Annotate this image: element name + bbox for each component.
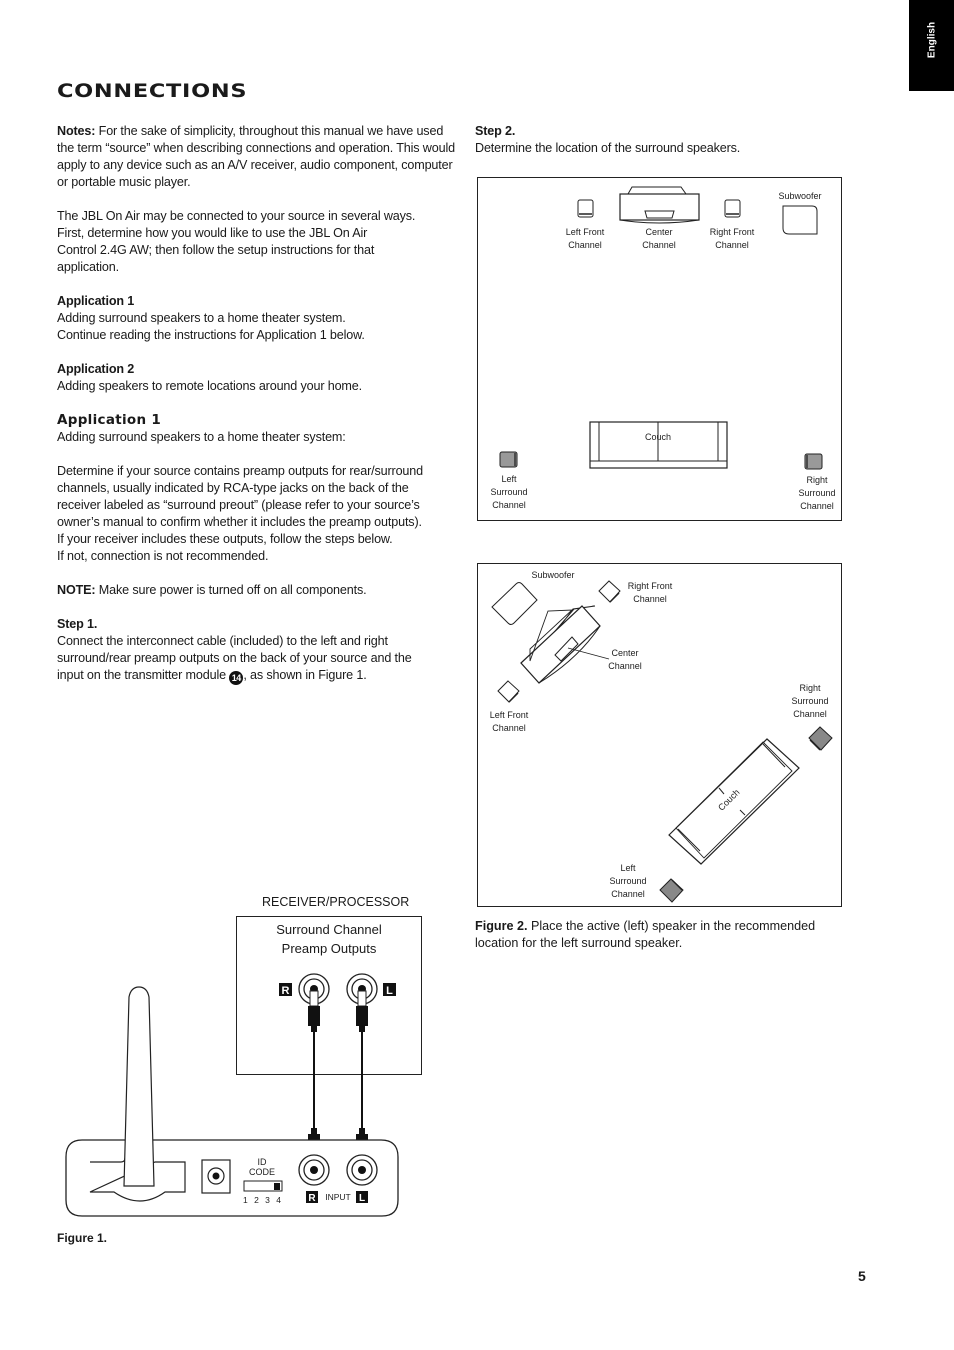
input-label: INPUT (325, 1192, 351, 1202)
page-number: 5 (858, 1268, 866, 1284)
antenna-icon (123, 986, 155, 1187)
id-code-label-line: CODE (249, 1167, 275, 1177)
id-code-switch-knob[interactable] (274, 1183, 280, 1190)
input-l-badge: L (356, 1191, 368, 1204)
input-jack-r-icon (298, 1154, 330, 1186)
receiver-l-badge: L (383, 983, 396, 997)
figure1-drawing: R L ID CODE 1 2 3 4 R INPUT L (65, 973, 399, 1217)
input-l-text: L (359, 1193, 365, 1204)
receiver-r-text: R (282, 985, 290, 997)
id-code-positions: 1 2 3 4 (243, 1195, 283, 1205)
receiver-r-badge: R (279, 983, 292, 997)
transmitter-module: ID CODE 1 2 3 4 R INPUT L (65, 986, 399, 1217)
id-code-label-line: ID (258, 1157, 268, 1167)
figure1-caption: Figure 1. (57, 1231, 108, 1245)
power-jack-icon (201, 1159, 231, 1194)
id-code-switch[interactable] (243, 1180, 283, 1192)
input-r-text: R (308, 1193, 316, 1204)
input-jack-l-icon (346, 1154, 378, 1186)
input-r-badge: R (306, 1191, 318, 1204)
receiver-l-text: L (386, 985, 393, 997)
